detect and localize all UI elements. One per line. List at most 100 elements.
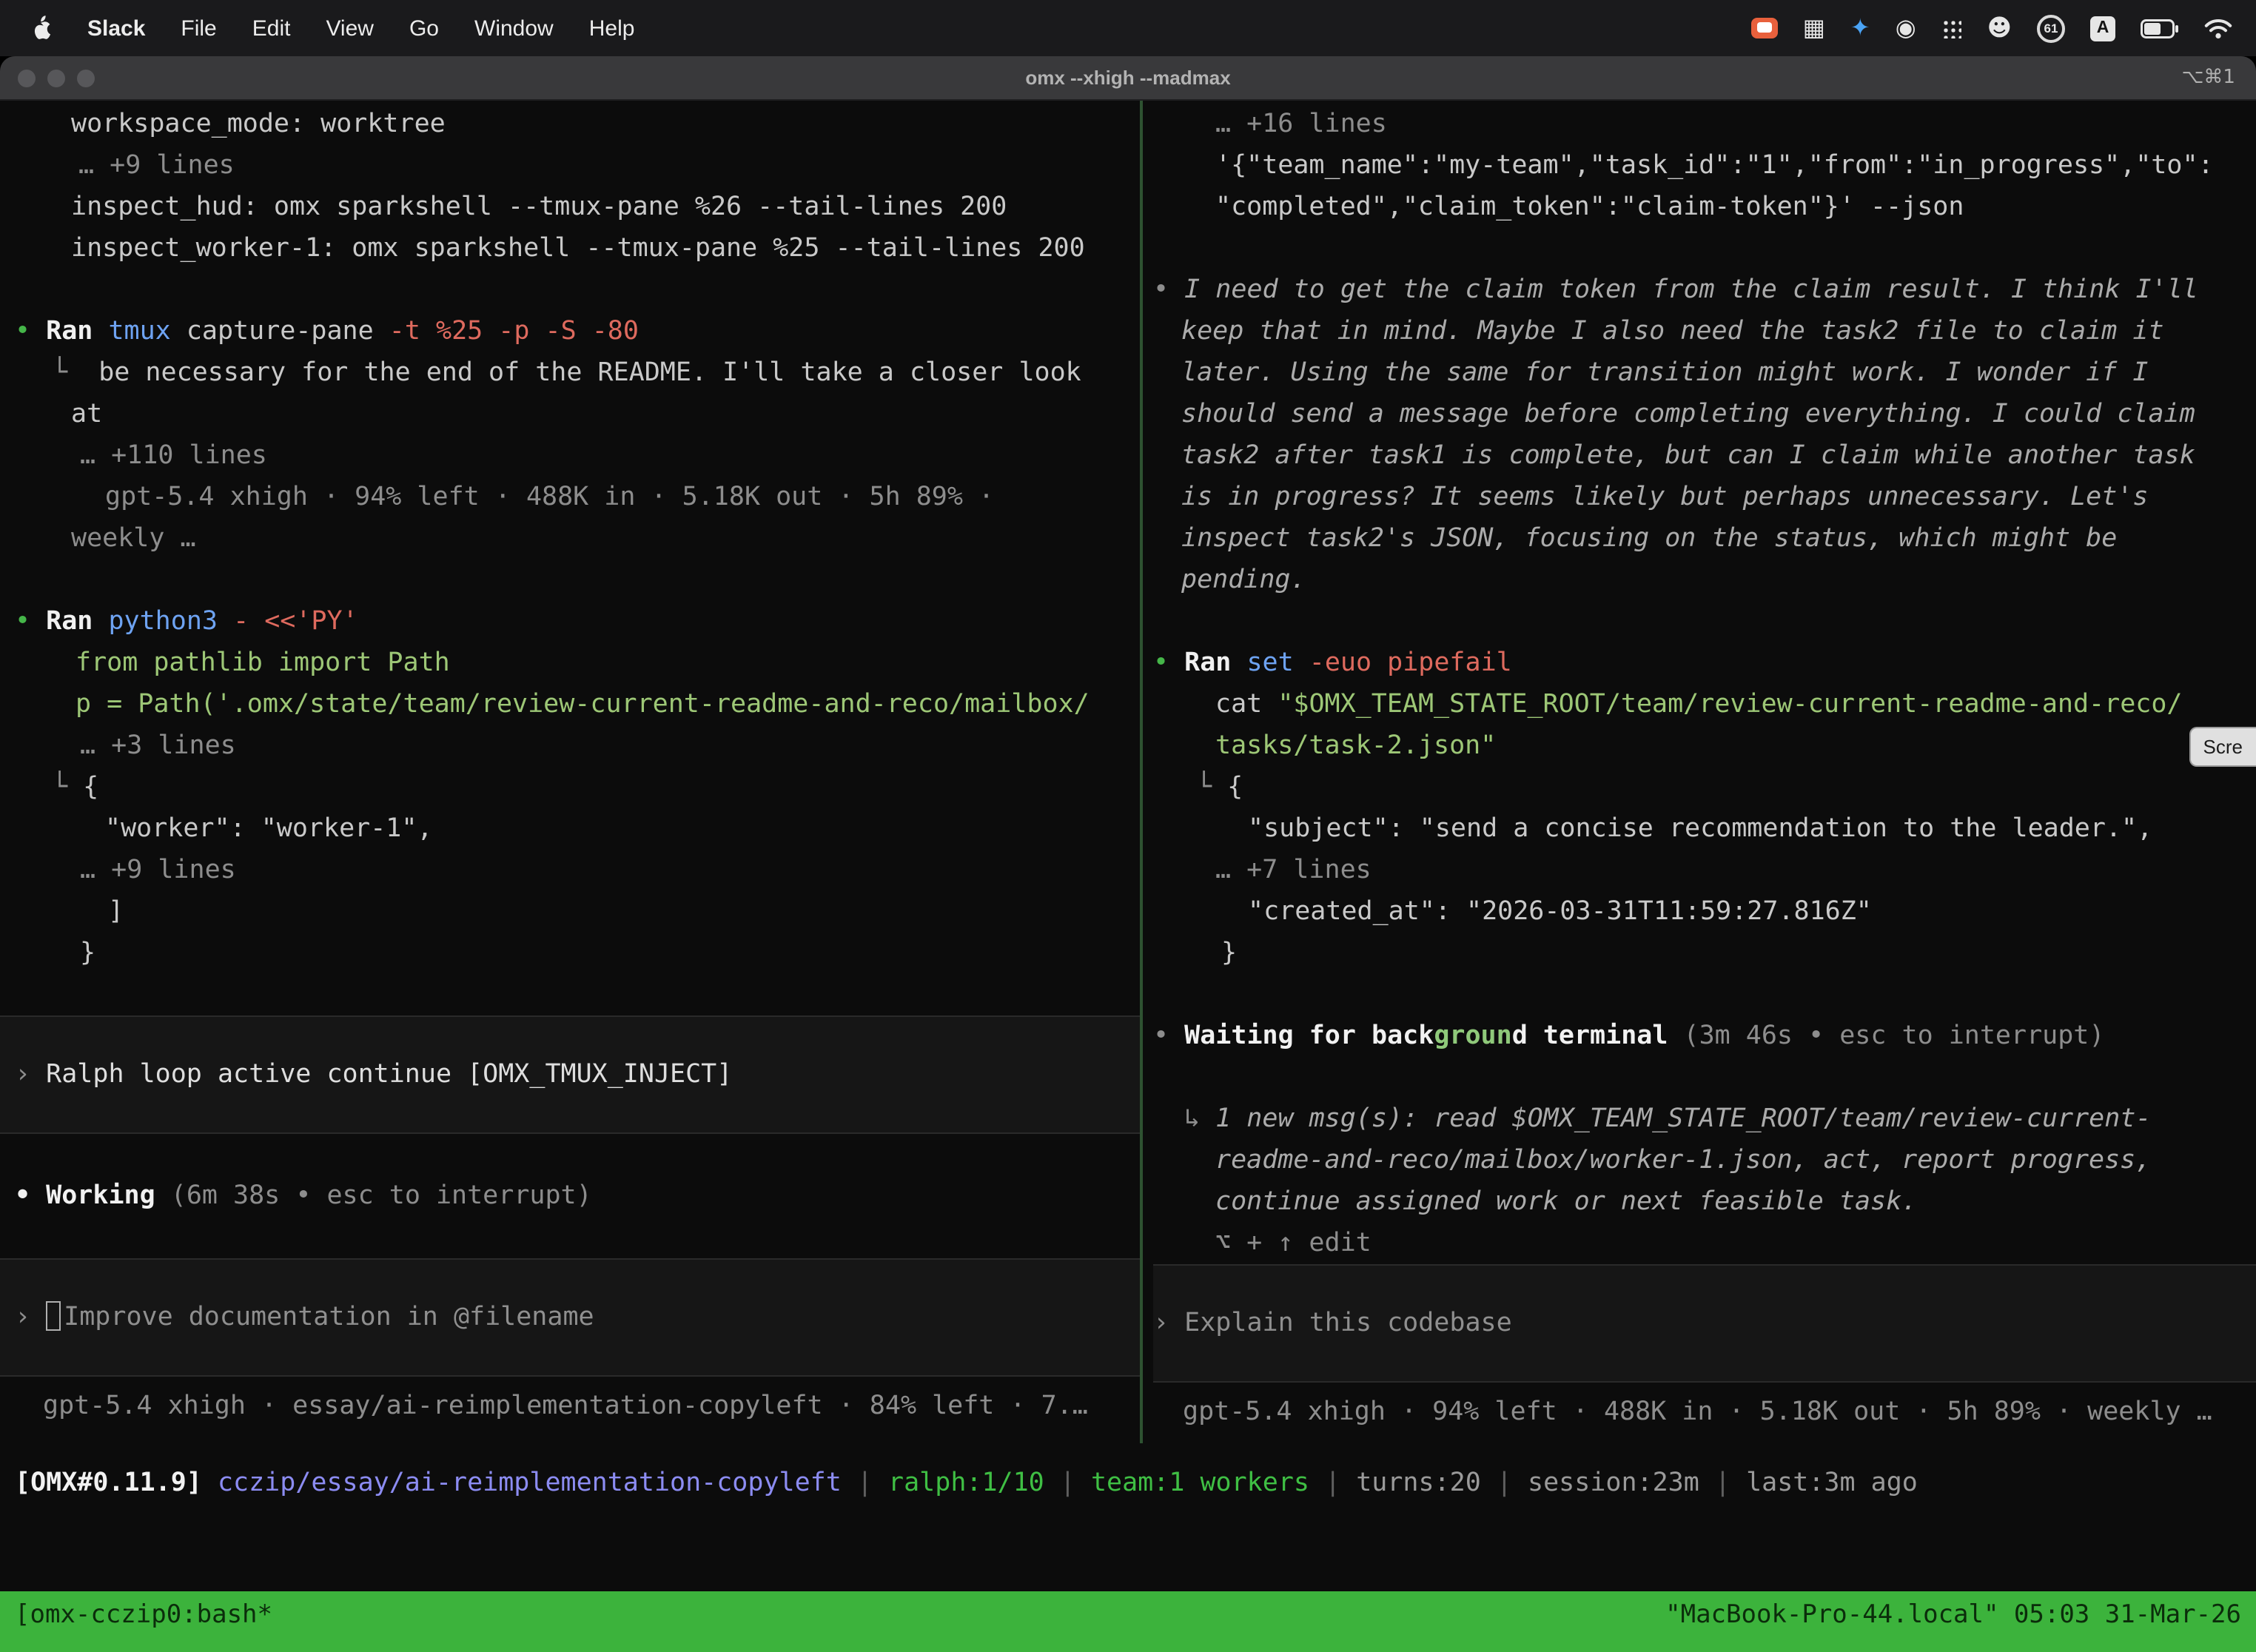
- close-button[interactable]: [18, 69, 36, 87]
- terminal-line: later. Using the same for transition mig…: [1153, 352, 2256, 394]
- text-segment: p = Path('.omx/state/team/review-current…: [75, 690, 1090, 719]
- text-segment: (6m 38s • esc to interrupt): [171, 1181, 592, 1211]
- text-segment: session:23m: [1528, 1468, 1699, 1498]
- pane-divider[interactable]: [1140, 101, 1143, 1443]
- terminal-line: • I need to get the claim token from the…: [1153, 269, 2256, 311]
- text-segment: later. Using the same for transition mig…: [1181, 358, 2148, 388]
- text-segment: •: [1153, 1021, 1184, 1051]
- menu-file[interactable]: File: [181, 16, 216, 41]
- text-segment: gpt-5.4 xhigh · essay/ai-reimplementatio…: [43, 1391, 1088, 1421]
- wifi-icon[interactable]: [2204, 17, 2232, 39]
- apple-menu-icon[interactable]: [30, 15, 52, 41]
- text-segment: groun: [1434, 1021, 1511, 1051]
- active-app-name[interactable]: Slack: [87, 16, 145, 41]
- screen-recording-indicator-icon[interactable]: [1751, 18, 1778, 38]
- text-segment: └: [52, 358, 98, 388]
- swift-icon[interactable]: ✦: [1850, 16, 1870, 40]
- terminal-line: inspect_worker-1: omx sparkshell --tmux-…: [0, 228, 1140, 269]
- terminal-window: omx --xhigh --madmax ⌥⌘1 workspace_mode:…: [0, 56, 2256, 1652]
- window-title: omx --xhigh --madmax: [0, 67, 2256, 89]
- text-segment: is in progress? It seems likely but perh…: [1181, 483, 2148, 512]
- text-segment: capture-pane: [187, 317, 389, 346]
- window-title-bar[interactable]: omx --xhigh --madmax ⌥⌘1: [0, 56, 2256, 101]
- disc-icon[interactable]: ◉: [1896, 16, 1916, 40]
- composer-input[interactable]: › Improve documentation in @filename: [0, 1258, 1140, 1377]
- text-segment: d terminal: [1512, 1021, 1684, 1051]
- edit-hint: ⌥ + ↑ edit: [1153, 1223, 2256, 1264]
- omx-status-bar: [OMX#0.11.9] cczip/essay/ai-reimplementa…: [0, 1463, 2256, 1504]
- terminal-line: }: [1153, 933, 2256, 974]
- text-segment: Improve documentation in @filename: [64, 1303, 594, 1332]
- terminal-line: is in progress? It seems likely but perh…: [1153, 477, 2256, 518]
- text-segment: Explain this codebase: [1184, 1309, 1512, 1338]
- terminal-line: pending.: [1153, 560, 2256, 601]
- text-segment: Waiting for back: [1184, 1021, 1434, 1051]
- text-segment: task2 after task1 is complete, but can I…: [1181, 441, 2195, 471]
- composer-suggestion[interactable]: › Explain this codebase: [1153, 1264, 2256, 1383]
- text-segment: {: [83, 773, 98, 802]
- ghost-icon[interactable]: ☻: [1987, 16, 2012, 40]
- text-segment: 1 new msg(s): read $OMX_TEAM_STATE_ROOT/…: [1215, 1104, 2151, 1134]
- menu-help[interactable]: Help: [589, 16, 635, 41]
- terminal-line: readme-and-reco/mailbox/worker-1.json, a…: [1153, 1140, 2256, 1181]
- terminal-line: … +9 lines: [0, 145, 1140, 187]
- terminal-line: }: [0, 933, 1140, 974]
- blank-line: [1153, 1057, 2256, 1098]
- tmux-session-window-label[interactable]: [omx-cczip0:bash*: [15, 1600, 272, 1630]
- terminal-line: └ be necessary for the end of the README…: [0, 352, 1140, 394]
- text-segment: Ran: [46, 317, 108, 346]
- text-segment: workspace_mode: worktree: [71, 110, 446, 139]
- text-segment: '{"team_name":"my-team","task_id":"1","f…: [1215, 151, 2214, 181]
- terminal-line: from pathlib import Path: [0, 642, 1140, 684]
- text-segment: … +3 lines: [80, 731, 236, 761]
- text-segment: |: [1699, 1468, 1746, 1498]
- text-segment: … +7 lines: [1215, 856, 1372, 885]
- text-segment: readme-and-reco/mailbox/worker-1.json, a…: [1215, 1146, 2151, 1175]
- text-segment: gpt-5.4 xhigh · 94% left · 488K in · 5.1…: [105, 483, 994, 512]
- input-source-icon[interactable]: A: [2090, 16, 2115, 41]
- band-line: › Explain this codebase: [1153, 1303, 2256, 1344]
- blank-line: [0, 974, 1140, 1015]
- text-segment: ↳: [1184, 1104, 1215, 1134]
- text-segment: ⌥ + ↑ edit: [1215, 1229, 1372, 1258]
- screen-share-tooltip: Scre: [2190, 727, 2256, 767]
- text-segment: keep that in mind. Maybe I also need the…: [1181, 317, 2164, 346]
- terminal-line: • Ran tmux capture-pane -t %25 -p -S -80: [0, 311, 1140, 352]
- text-segment: ›: [15, 1303, 46, 1332]
- menu-edit[interactable]: Edit: [252, 16, 291, 41]
- text-segment: Ran: [1184, 648, 1246, 678]
- terminal-line: … +9 lines: [0, 850, 1140, 891]
- terminal-line: ↳ 1 new msg(s): read $OMX_TEAM_STATE_ROO…: [1153, 1098, 2256, 1140]
- text-segment: |: [1044, 1468, 1091, 1498]
- text-segment: … +16 lines: [1215, 110, 1387, 139]
- blank-line: [0, 1134, 1140, 1175]
- text-segment: inspect_worker-1: omx sparkshell --tmux-…: [71, 234, 1085, 263]
- tmux-host-clock-label: "MacBook-Pro-44.local" 05:03 31-Mar-26: [1665, 1600, 2241, 1630]
- text-segment: python3: [108, 607, 233, 637]
- menu-window[interactable]: Window: [474, 16, 554, 41]
- queued-prompt-band: › Ralph loop active continue [OMX_TMUX_I…: [0, 1015, 1140, 1134]
- text-segment: inspect task2's JSON, focusing on the st…: [1181, 524, 2117, 554]
- menu-view[interactable]: View: [326, 16, 374, 41]
- grid-icon[interactable]: ▦: [1803, 16, 1825, 40]
- apps-grid-icon[interactable]: [1941, 18, 1962, 38]
- zoom-button[interactable]: [77, 69, 95, 87]
- terminal-content: workspace_mode: worktree … +9 lines inspec…: [0, 101, 2256, 1591]
- terminal-line: cat "$OMX_TEAM_STATE_ROOT/team/review-cu…: [1153, 684, 2256, 725]
- text-segment: cczip/essay/ai-reimplementation-copyleft: [218, 1468, 842, 1498]
- battery-icon[interactable]: [2141, 19, 2179, 38]
- text-segment: "created_at": "2026-03-31T11:59:27.816Z": [1248, 897, 1872, 927]
- menu-go[interactable]: Go: [409, 16, 439, 41]
- terminal-line: … +7 lines: [1153, 850, 2256, 891]
- battery-percent-badge[interactable]: 61: [2037, 14, 2065, 42]
- band-line: › Improve documentation in @filename: [0, 1297, 1140, 1338]
- text-segment: •: [1153, 648, 1184, 678]
- minimize-button[interactable]: [47, 69, 65, 87]
- text-segment: "worker": "worker-1",: [105, 814, 433, 844]
- text-segment: •: [15, 607, 46, 637]
- window-shortcut-hint: ⌥⌘1: [2181, 67, 2256, 89]
- text-segment: •: [15, 317, 46, 346]
- text-segment: }: [80, 939, 95, 968]
- text-segment: be necessary for the end of the README. …: [98, 358, 1081, 388]
- text-segment: -euo pipefail: [1309, 648, 1512, 678]
